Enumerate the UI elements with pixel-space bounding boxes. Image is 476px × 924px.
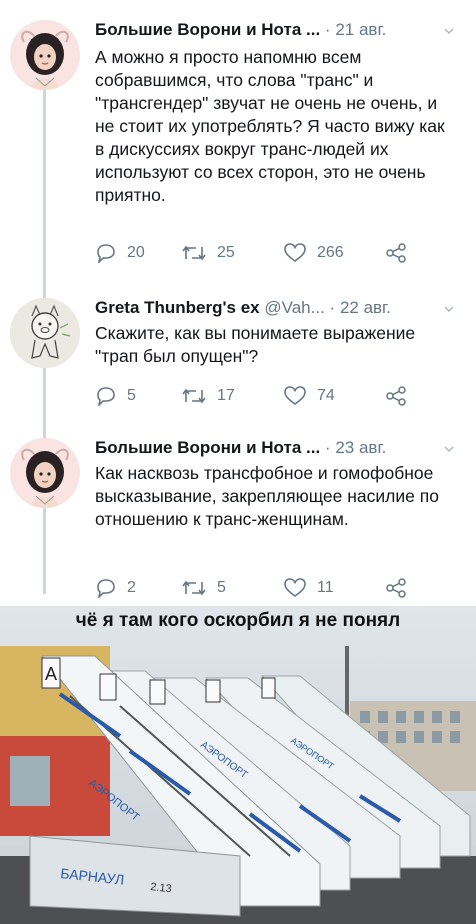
caret-down-icon[interactable] xyxy=(444,26,454,36)
tweet-date[interactable]: 21 авг. xyxy=(335,20,386,39)
separator: · xyxy=(324,438,331,457)
retweet-count: 25 xyxy=(217,244,235,261)
tweet-text: Как насквозь трансфобное и гомофобное вы… xyxy=(95,463,439,529)
meme-caption: чё я там кого оскорбил я не понял xyxy=(75,610,401,631)
caret-down-icon[interactable] xyxy=(444,304,454,314)
reply-count: 5 xyxy=(127,387,136,404)
tweet[interactable]: Большие Ворони и Нота ... · 21 авг. А мо… xyxy=(0,0,476,280)
tweet-date[interactable]: 23 авг. xyxy=(335,438,386,457)
share-button[interactable] xyxy=(385,243,407,263)
share-button[interactable] xyxy=(385,578,407,598)
tweet-header: Большие Ворони и Нота ... · 23 авг. xyxy=(95,438,386,458)
like-icon xyxy=(284,243,306,262)
ladder-letter: А xyxy=(45,664,57,684)
reply-button[interactable]: 2 xyxy=(95,578,136,598)
retweet-count: 5 xyxy=(217,579,226,596)
reply-icon xyxy=(97,387,115,406)
author-name[interactable]: Большие Ворони и Нота ... xyxy=(95,438,320,457)
reply-count: 2 xyxy=(127,579,136,596)
tweet-text: А можно я просто напомню всем собравшимс… xyxy=(95,47,445,205)
tweet-header: Greta Thunberg's ex @Vah... · 22 авг. xyxy=(95,298,391,318)
share-icon xyxy=(386,386,406,406)
retweet-icon xyxy=(182,245,206,261)
reply-count: 20 xyxy=(127,244,145,261)
author-name[interactable]: Greta Thunberg's ex xyxy=(95,298,260,317)
tweet-date[interactable]: 22 авг. xyxy=(340,298,391,317)
tweet-actions: 2 5 11 xyxy=(95,578,425,602)
tweet[interactable]: Greta Thunberg's ex @Vah... · 22 авг. Ск… xyxy=(0,280,476,420)
base-number: 2.13 xyxy=(150,881,173,895)
avatar[interactable] xyxy=(10,20,80,90)
retweet-button[interactable]: 5 xyxy=(181,578,226,598)
like-icon xyxy=(284,386,306,405)
avatar[interactable] xyxy=(10,298,80,368)
separator: · xyxy=(329,298,336,317)
meme-photo: А АЭРОПОРТ АЭРОПОРТ АЭРОПОРТ БАРНАУЛ 2.1… xyxy=(0,606,476,924)
like-button[interactable]: 266 xyxy=(283,243,344,263)
retweet-icon xyxy=(182,388,206,404)
share-button[interactable] xyxy=(385,386,407,406)
author-handle[interactable]: @Vah... xyxy=(264,298,324,317)
share-icon xyxy=(386,243,406,263)
like-count: 266 xyxy=(317,244,344,261)
tweet[interactable]: Большие Ворони и Нота ... · 23 авг. Как … xyxy=(0,420,476,606)
tweet-actions: 5 17 74 xyxy=(95,386,425,410)
tweet-header: Большие Ворони и Нота ... · 21 авг. xyxy=(95,20,386,40)
reply-icon xyxy=(97,579,115,598)
retweet-button[interactable]: 25 xyxy=(181,243,235,263)
caret-down-icon[interactable] xyxy=(444,444,454,454)
like-count: 74 xyxy=(317,387,335,404)
separator: · xyxy=(324,20,331,39)
reply-button[interactable]: 20 xyxy=(95,243,145,263)
like-button[interactable]: 11 xyxy=(283,578,334,598)
retweet-icon xyxy=(182,580,206,596)
retweet-count: 17 xyxy=(217,387,235,404)
tweet-actions: 20 25 266 xyxy=(95,243,425,267)
avatar[interactable] xyxy=(10,438,80,508)
like-button[interactable]: 74 xyxy=(283,386,335,406)
author-name[interactable]: Большие Ворони и Нота ... xyxy=(95,20,320,39)
reply-icon xyxy=(97,244,115,263)
reply-button[interactable]: 5 xyxy=(95,386,136,406)
like-count: 11 xyxy=(317,579,334,596)
share-icon xyxy=(386,578,406,598)
like-icon xyxy=(284,578,306,597)
retweet-button[interactable]: 17 xyxy=(181,386,235,406)
tweet-text: Скажите, как вы понимаете выражение "тра… xyxy=(95,323,416,366)
